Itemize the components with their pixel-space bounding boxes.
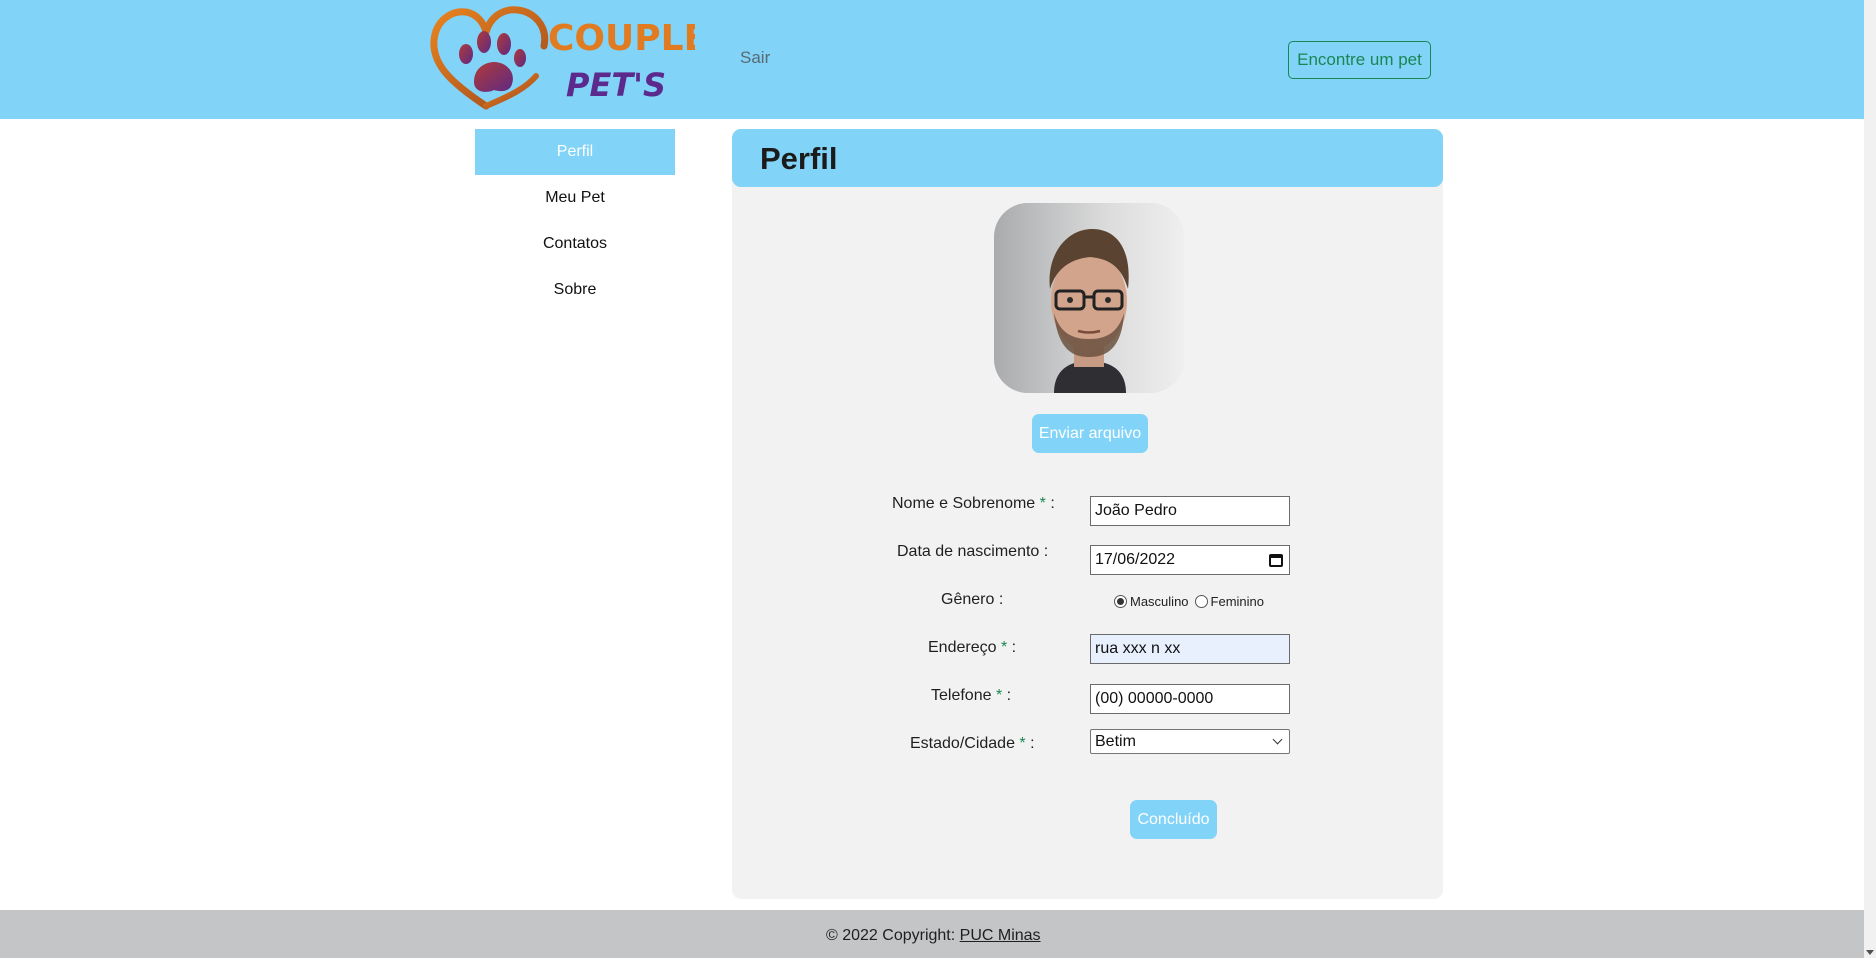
gender-female-label[interactable]: Feminino	[1211, 594, 1264, 609]
top-navbar: COUPLE PET'S Sair Encontre um pet	[0, 0, 1864, 119]
page: COUPLE PET'S Sair Encontre um pet Perfil…	[0, 0, 1864, 958]
footer-copyright: © 2022 Copyright: PUC Minas	[826, 927, 1041, 944]
scroll-down-arrow-icon[interactable]	[1866, 950, 1874, 955]
find-pet-button[interactable]: Encontre um pet	[1288, 41, 1431, 79]
vertical-scrollbar[interactable]	[1864, 0, 1876, 958]
page-title: Perfil	[760, 141, 838, 176]
sidebar-item-contatos[interactable]: Contatos	[475, 221, 675, 267]
sidebar-item-perfil[interactable]: Perfil	[475, 129, 675, 175]
gender-female-radio[interactable]	[1194, 595, 1208, 608]
phone-label: Telefone * :	[931, 687, 1012, 704]
logo-text-pets: PET'S	[566, 66, 666, 104]
avatar-portrait	[994, 203, 1184, 393]
name-label: Nome e Sobrenome * :	[892, 495, 1055, 512]
footer: © 2022 Copyright: PUC Minas	[0, 910, 1864, 958]
gender-male-label[interactable]: Masculino	[1130, 594, 1189, 609]
phone-input[interactable]: (00) 00000-0000	[1090, 684, 1290, 714]
gender-radio-group: Masculino Feminino	[1114, 594, 1270, 609]
logo-text-couple: COUPLE	[548, 18, 695, 59]
name-input[interactable]: João Pedro	[1090, 496, 1290, 526]
birthdate-input[interactable]: 17/06/2022	[1090, 545, 1290, 575]
city-label: Estado/Cidade * :	[910, 735, 1035, 752]
calendar-icon[interactable]	[1269, 553, 1283, 567]
couple-pets-logo[interactable]: COUPLE PET'S	[430, 6, 695, 112]
footer-puc-link[interactable]: PUC Minas	[960, 927, 1041, 944]
birthdate-label: Data de nascimento :	[897, 543, 1049, 560]
submit-button[interactable]: Concluído	[1130, 800, 1217, 839]
address-input[interactable]: rua xxx n xx	[1090, 634, 1290, 664]
scrollbar-thumb[interactable]	[1866, 0, 1874, 940]
address-label: Endereço * :	[928, 639, 1017, 656]
upload-file-button[interactable]: Enviar arquivo	[1032, 414, 1148, 453]
gender-male-radio[interactable]	[1114, 595, 1127, 608]
profile-avatar	[994, 203, 1184, 393]
gender-label: Gênero :	[941, 591, 1004, 608]
logout-link[interactable]: Sair	[740, 48, 770, 68]
chevron-down-icon[interactable]	[1272, 734, 1283, 745]
sidebar: Perfil Meu Pet Contatos Sobre	[475, 129, 675, 313]
sidebar-item-meu-pet[interactable]: Meu Pet	[475, 175, 675, 221]
panel-header: Perfil	[732, 129, 1443, 187]
city-select[interactable]: Betim	[1090, 729, 1290, 754]
profile-panel: Perfil Enviar arquivo Nome e Sobrenome *…	[732, 129, 1443, 899]
sidebar-item-sobre[interactable]: Sobre	[475, 267, 675, 313]
